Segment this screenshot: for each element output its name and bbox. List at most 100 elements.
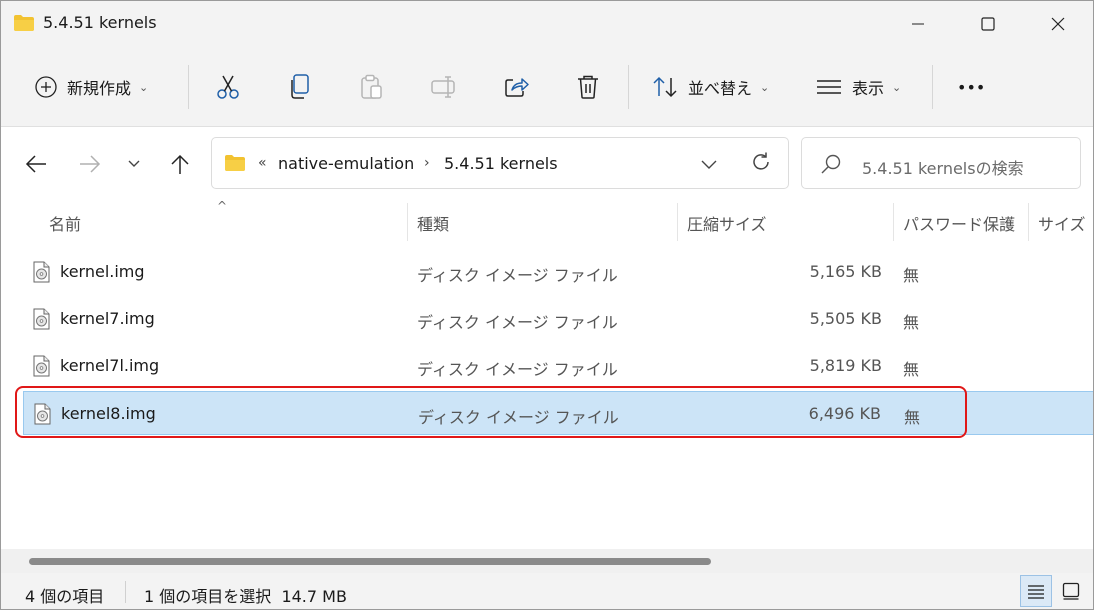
arrow-right-icon xyxy=(80,155,101,173)
more-options-button[interactable]: ••• xyxy=(957,47,985,127)
column-password[interactable]: パスワード保護 xyxy=(903,211,1015,235)
refresh-icon xyxy=(753,152,769,170)
highlight-annotation xyxy=(15,386,967,438)
arrow-left-icon xyxy=(25,155,46,173)
navigation-bar: « native-emulation › 5.4.51 kernels 5.4.… xyxy=(1,127,1093,201)
item-count: 4 個の項目 xyxy=(25,587,105,606)
close-icon xyxy=(1051,17,1065,31)
details-view-icon xyxy=(1028,585,1044,599)
file-explorer-window: 5.4.51 kernels 新規作成 ⌄ 並べ替え ⌄ 表示 ⌄ ••• « … xyxy=(0,0,1094,610)
disk-image-file-icon xyxy=(32,355,50,381)
sort-label: 並べ替え xyxy=(688,79,753,98)
view-button[interactable]: 表示 ⌄ xyxy=(816,47,901,127)
scissors-icon xyxy=(217,75,239,99)
folder-icon xyxy=(224,154,246,176)
file-row[interactable]: kernel.img ディスク イメージ ファイル 5,165 KB 無 xyxy=(23,250,1093,294)
minimize-icon xyxy=(912,23,924,25)
view-label: 表示 xyxy=(852,79,885,98)
details-view-button[interactable] xyxy=(1020,575,1052,607)
sort-ascending-icon: ^ xyxy=(217,199,228,213)
refresh-button[interactable] xyxy=(750,151,772,177)
file-compressed-size: 5,505 KB xyxy=(809,309,882,328)
back-button[interactable] xyxy=(19,147,53,181)
chevron-down-icon: ⌄ xyxy=(760,80,770,94)
file-compressed-size: 5,819 KB xyxy=(809,356,882,375)
column-type[interactable]: 種類 xyxy=(417,211,449,235)
column-divider[interactable] xyxy=(1028,203,1029,241)
selection-info: 1 個の項目を選択 14.7 MB xyxy=(144,587,347,606)
chevron-down-icon xyxy=(701,160,717,169)
new-button[interactable]: 新規作成 ⌄ xyxy=(35,47,148,127)
paste-button[interactable] xyxy=(360,47,384,127)
folder-icon xyxy=(13,14,35,36)
address-dropdown-button[interactable] xyxy=(700,156,718,175)
trash-icon xyxy=(578,75,598,99)
clipboard-icon xyxy=(361,74,382,99)
disk-image-file-icon xyxy=(32,308,50,334)
chevron-right-icon[interactable]: › xyxy=(424,155,430,171)
breadcrumb-overflow[interactable]: « xyxy=(258,155,267,171)
disk-image-file-icon xyxy=(32,261,50,287)
search-box[interactable]: 5.4.51 kernelsの検索 xyxy=(801,137,1081,189)
file-password: 無 xyxy=(903,266,920,285)
copy-icon xyxy=(291,74,309,99)
large-icons-view-button[interactable] xyxy=(1055,575,1087,607)
address-bar[interactable]: « native-emulation › 5.4.51 kernels xyxy=(211,137,789,189)
title-bar: 5.4.51 kernels xyxy=(1,1,1093,47)
scrollbar-thumb[interactable] xyxy=(29,558,711,565)
maximize-button[interactable] xyxy=(965,1,1011,47)
file-name: kernel7.img xyxy=(60,309,155,328)
file-password: 無 xyxy=(903,360,920,379)
view-list-icon xyxy=(817,80,841,94)
forward-button[interactable] xyxy=(73,147,107,181)
column-divider[interactable] xyxy=(677,203,678,241)
rename-icon xyxy=(431,76,455,98)
column-header: ^ 名前 種類 圧縮サイズ パスワード保護 サイズ xyxy=(1,199,1093,243)
share-button[interactable] xyxy=(504,47,530,127)
file-compressed-size: 5,165 KB xyxy=(809,262,882,281)
maximize-icon xyxy=(981,17,995,31)
arrow-up-icon xyxy=(171,154,189,174)
share-icon xyxy=(505,78,529,97)
command-bar: 新規作成 ⌄ 並べ替え ⌄ 表示 ⌄ ••• xyxy=(1,47,1093,127)
recent-locations-button[interactable] xyxy=(117,147,151,181)
divider xyxy=(125,581,126,603)
column-divider[interactable] xyxy=(893,203,894,241)
up-button[interactable] xyxy=(163,147,197,181)
chevron-down-icon: ⌄ xyxy=(139,80,149,94)
plus-circle-icon xyxy=(35,76,57,98)
status-bar: 4 個の項目 1 個の項目を選択 14.7 MB xyxy=(1,573,1093,609)
copy-button[interactable] xyxy=(288,47,312,127)
new-label: 新規作成 xyxy=(67,79,132,98)
search-placeholder: 5.4.51 kernelsの検索 xyxy=(862,159,1024,178)
cut-button[interactable] xyxy=(215,47,241,127)
divider xyxy=(628,65,629,109)
column-size[interactable]: サイズ xyxy=(1038,211,1086,235)
breadcrumb-item[interactable]: 5.4.51 kernels xyxy=(444,154,558,173)
horizontal-scrollbar[interactable] xyxy=(1,549,1093,573)
large-icons-view-icon xyxy=(1062,582,1080,600)
file-row[interactable]: kernel7l.img ディスク イメージ ファイル 5,819 KB 無 xyxy=(23,344,1093,388)
minimize-button[interactable] xyxy=(895,1,941,47)
column-name[interactable]: 名前 xyxy=(49,211,81,235)
column-divider[interactable] xyxy=(407,203,408,241)
sort-icon xyxy=(653,76,677,98)
file-row[interactable]: kernel7.img ディスク イメージ ファイル 5,505 KB 無 xyxy=(23,297,1093,341)
sort-button[interactable]: 並べ替え ⌄ xyxy=(652,47,769,127)
close-button[interactable] xyxy=(1035,1,1081,47)
file-name: kernel.img xyxy=(60,262,145,281)
divider xyxy=(932,65,933,109)
file-type: ディスク イメージ ファイル xyxy=(417,313,618,332)
chevron-down-icon xyxy=(128,160,140,167)
delete-button[interactable] xyxy=(576,47,600,127)
breadcrumb-item[interactable]: native-emulation xyxy=(278,154,414,173)
column-compressed-size[interactable]: 圧縮サイズ xyxy=(687,211,767,235)
search-icon xyxy=(820,153,842,179)
rename-button[interactable] xyxy=(431,47,457,127)
file-type: ディスク イメージ ファイル xyxy=(417,360,618,379)
file-name: kernel7l.img xyxy=(60,356,160,375)
file-type: ディスク イメージ ファイル xyxy=(417,266,618,285)
chevron-down-icon: ⌄ xyxy=(892,80,902,94)
file-password: 無 xyxy=(903,313,920,332)
divider xyxy=(188,65,189,109)
